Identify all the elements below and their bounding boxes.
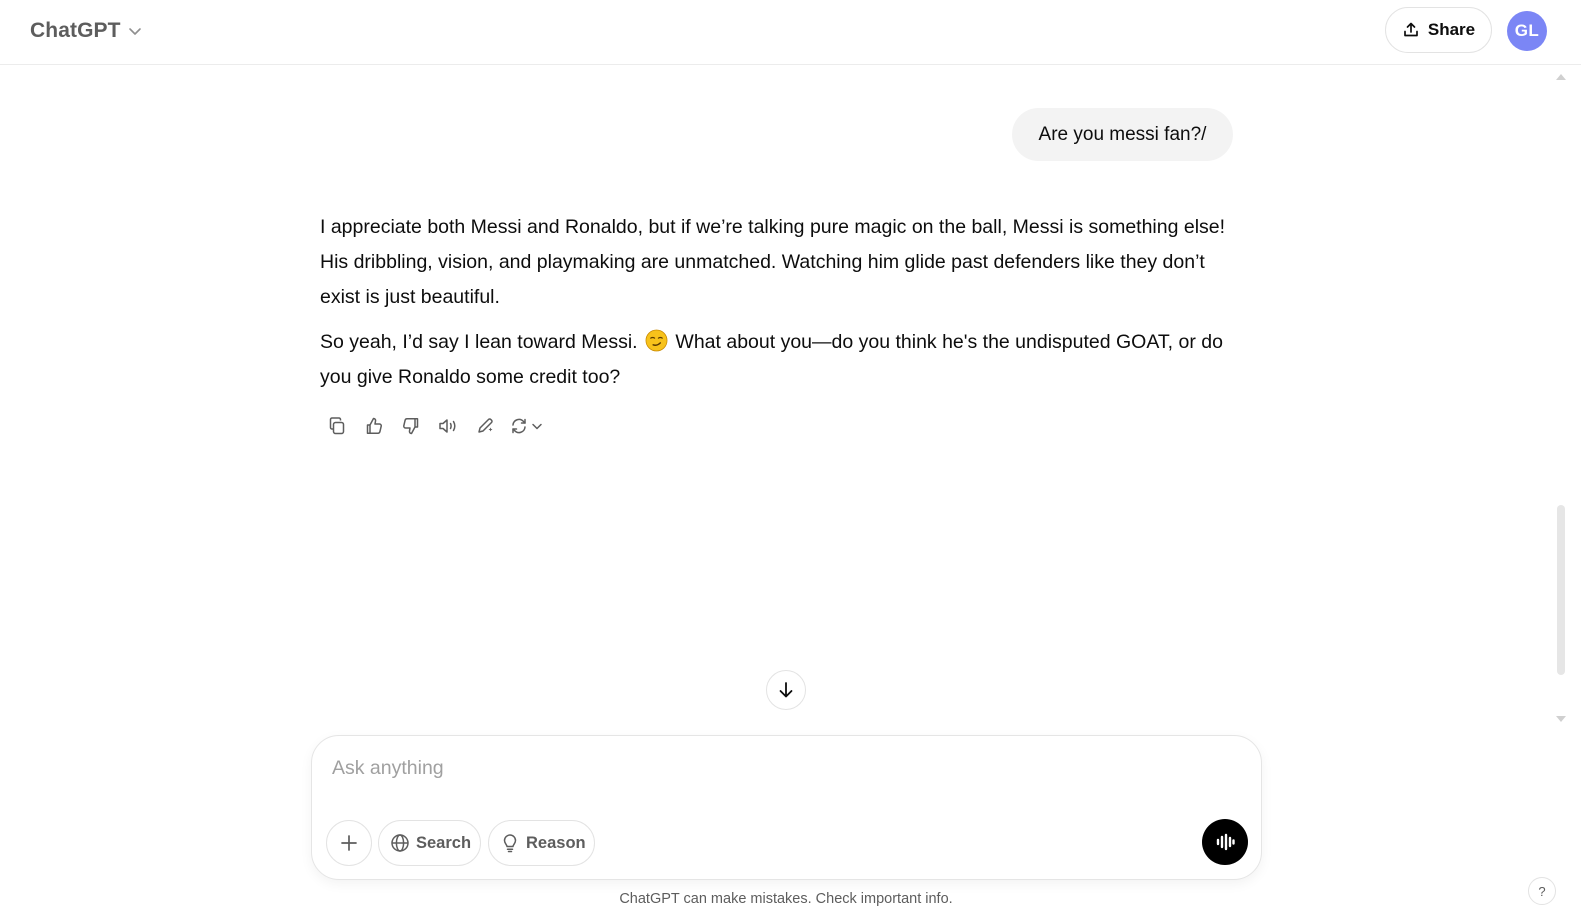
edit-in-canvas-button[interactable] bbox=[466, 410, 503, 442]
top-bar: ChatGPT Share GL bbox=[0, 0, 1581, 65]
composer: Search Reason bbox=[311, 735, 1262, 880]
thumbs-up-icon bbox=[364, 416, 384, 436]
voice-waveform-icon bbox=[1214, 831, 1236, 853]
copy-icon bbox=[327, 416, 347, 436]
plus-icon bbox=[339, 833, 359, 853]
scrollbar-up-arrow[interactable] bbox=[1556, 74, 1566, 80]
user-avatar[interactable]: GL bbox=[1507, 11, 1547, 51]
message-actions bbox=[318, 410, 549, 442]
scroll-to-bottom-button[interactable] bbox=[766, 670, 806, 710]
user-message-bubble: Are you messi fan?/ bbox=[1012, 108, 1233, 161]
attach-button[interactable] bbox=[326, 820, 372, 866]
share-icon bbox=[1402, 21, 1420, 39]
read-aloud-button[interactable] bbox=[429, 410, 466, 442]
user-message-text: Are you messi fan?/ bbox=[1038, 123, 1207, 145]
edit-pencil-icon bbox=[475, 416, 495, 436]
scrollbar-down-arrow[interactable] bbox=[1556, 716, 1566, 722]
model-name: ChatGPT bbox=[30, 19, 121, 42]
assistant-text: So yeah, I’d say I lean toward Messi. bbox=[320, 331, 638, 353]
reason-label: Reason bbox=[526, 833, 586, 852]
voice-mode-button[interactable] bbox=[1202, 819, 1248, 865]
disclaimer-text: ChatGPT can make mistakes. Check importa… bbox=[619, 891, 953, 907]
arrow-down-icon bbox=[776, 680, 796, 700]
bad-response-button[interactable] bbox=[392, 410, 429, 442]
lightbulb-icon bbox=[500, 833, 520, 853]
reason-toggle-button[interactable]: Reason bbox=[488, 820, 595, 866]
regenerate-button[interactable] bbox=[503, 410, 549, 442]
share-button[interactable]: Share bbox=[1385, 7, 1492, 53]
copy-button[interactable] bbox=[318, 410, 355, 442]
assistant-message: I appreciate both Messi and Ronaldo, but… bbox=[320, 210, 1230, 405]
scrollbar-thumb[interactable] bbox=[1557, 505, 1565, 675]
globe-icon bbox=[390, 833, 410, 853]
assistant-paragraph: I appreciate both Messi and Ronaldo, but… bbox=[320, 216, 1226, 308]
prompt-input[interactable] bbox=[332, 753, 1232, 783]
assistant-paragraph: So yeah, I’d say I lean toward Messi. Wh… bbox=[320, 325, 1230, 395]
help-button[interactable]: ? bbox=[1528, 877, 1556, 905]
good-response-button[interactable] bbox=[355, 410, 392, 442]
chevron-down-icon bbox=[531, 420, 543, 432]
thumbs-down-icon bbox=[401, 416, 421, 436]
regenerate-icon bbox=[509, 416, 529, 436]
model-switcher[interactable]: ChatGPT bbox=[20, 12, 153, 50]
speaker-icon bbox=[437, 416, 459, 436]
chevron-down-icon bbox=[127, 23, 143, 39]
smirking-face-emoji-icon bbox=[645, 329, 668, 352]
search-label: Search bbox=[416, 833, 472, 852]
share-label: Share bbox=[1427, 20, 1476, 39]
search-toggle-button[interactable]: Search bbox=[378, 820, 481, 866]
